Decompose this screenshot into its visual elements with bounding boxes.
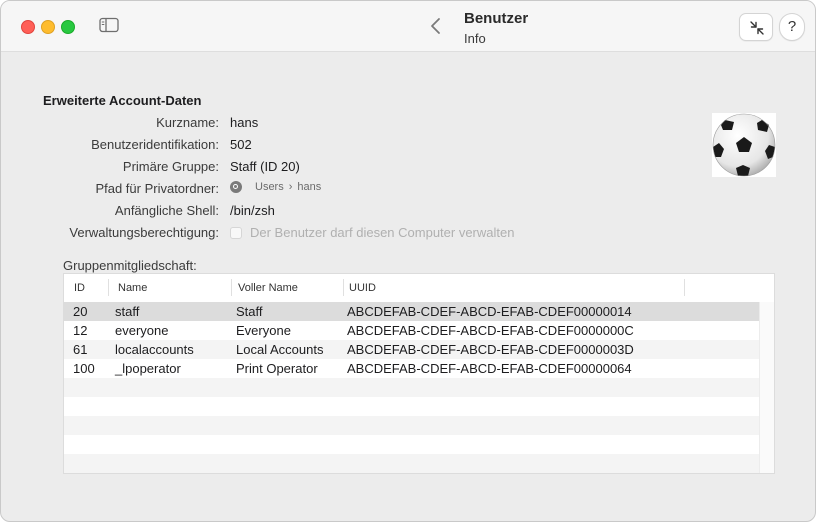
column-divider (231, 279, 232, 296)
column-header-id[interactable]: ID (74, 282, 85, 294)
collapse-arrows-icon (750, 21, 764, 35)
group-membership-label: Gruppenmitgliedschaft: (63, 258, 197, 273)
back-chevron-icon[interactable] (429, 17, 443, 35)
cell-id: 12 (73, 323, 88, 338)
shortname-value: hans (230, 115, 259, 130)
path-segment: Users (255, 181, 284, 193)
column-divider (774, 279, 775, 296)
shell-value: /bin/zsh (230, 203, 275, 218)
help-button[interactable]: ? (779, 13, 805, 41)
cell-uuid: ABCDEFAB-CDEF-ABCD-EFAB-CDEF00000014 (347, 304, 632, 319)
window-subtitle: Info (464, 31, 486, 46)
collapse-button[interactable] (739, 13, 773, 41)
path-segment: hans (297, 181, 322, 193)
minimize-button[interactable] (41, 20, 55, 34)
empty-row (64, 378, 760, 397)
cell-fullname: Local Accounts (236, 342, 324, 357)
table-row[interactable]: 20 staff Staff ABCDEFAB-CDEF-ABCD-EFAB-C… (64, 302, 760, 321)
primary-group-value: Staff (ID 20) (230, 159, 300, 174)
table-row[interactable]: 61 localaccounts Local Accounts ABCDEFAB… (64, 340, 760, 359)
home-folder-path[interactable]: Users › hans (230, 181, 321, 193)
column-header-fullname[interactable]: Voller Name (238, 282, 298, 294)
shell-label: Anfängliche Shell: (114, 203, 219, 218)
admin-checkbox-label: Der Benutzer darf diesen Computer verwal… (250, 225, 515, 240)
empty-row (64, 435, 760, 454)
table-row[interactable]: 12 everyone Everyone ABCDEFAB-CDEF-ABCD-… (64, 321, 760, 340)
close-button[interactable] (21, 20, 35, 34)
cell-fullname: Print Operator (236, 361, 318, 376)
home-folder-label: Pfad für Privatordner: (95, 181, 219, 196)
table-scrollbar[interactable] (759, 302, 774, 473)
cell-name: everyone (115, 323, 169, 338)
primary-group-label: Primäre Gruppe: (122, 159, 219, 174)
table-body: 20 staff Staff ABCDEFAB-CDEF-ABCD-EFAB-C… (64, 302, 760, 473)
zoom-button[interactable] (61, 20, 75, 34)
cell-uuid: ABCDEFAB-CDEF-ABCD-EFAB-CDEF0000003D (347, 342, 634, 357)
empty-row (64, 397, 760, 416)
admin-label: Verwaltungsberechtigung: (69, 225, 219, 240)
column-header-name[interactable]: Name (118, 282, 147, 294)
group-table[interactable]: ID Name Voller Name UUID 20 staff Staff … (63, 273, 775, 474)
path-separator: › (288, 181, 293, 193)
column-header-uuid[interactable]: UUID (349, 282, 376, 294)
column-divider (684, 279, 685, 296)
cell-uuid: ABCDEFAB-CDEF-ABCD-EFAB-CDEF0000000C (347, 323, 634, 338)
empty-row (64, 454, 760, 473)
sidebar-toggle-icon[interactable] (99, 17, 119, 33)
cell-fullname: Everyone (236, 323, 291, 338)
user-id-value: 502 (230, 137, 252, 152)
admin-checkbox[interactable] (230, 226, 242, 239)
cell-id: 100 (73, 361, 95, 376)
section-title: Erweiterte Account-Daten (43, 93, 202, 108)
cell-id: 20 (73, 304, 88, 319)
cell-fullname: Staff (236, 304, 263, 319)
column-divider (108, 279, 109, 296)
window-title: Benutzer (464, 10, 529, 27)
table-header: ID Name Voller Name UUID (64, 274, 774, 303)
magnifier-icon (230, 181, 242, 193)
empty-row (64, 416, 760, 435)
cell-name: _lpoperator (115, 361, 181, 376)
column-divider (343, 279, 344, 296)
table-row[interactable]: 100 _lpoperator Print Operator ABCDEFAB-… (64, 359, 760, 378)
cell-id: 61 (73, 342, 88, 357)
titlebar: Benutzer Info ? (1, 1, 815, 52)
cell-name: staff (115, 304, 140, 319)
shortname-label: Kurzname: (156, 115, 219, 130)
soccer-ball-icon[interactable] (712, 113, 776, 177)
window: Benutzer Info ? Erweiterte Account-Daten… (0, 0, 816, 522)
cell-name: localaccounts (115, 342, 194, 357)
user-id-label: Benutzeridentifikation: (91, 137, 219, 152)
cell-uuid: ABCDEFAB-CDEF-ABCD-EFAB-CDEF00000064 (347, 361, 632, 376)
admin-checkbox-row: Der Benutzer darf diesen Computer verwal… (230, 225, 514, 240)
